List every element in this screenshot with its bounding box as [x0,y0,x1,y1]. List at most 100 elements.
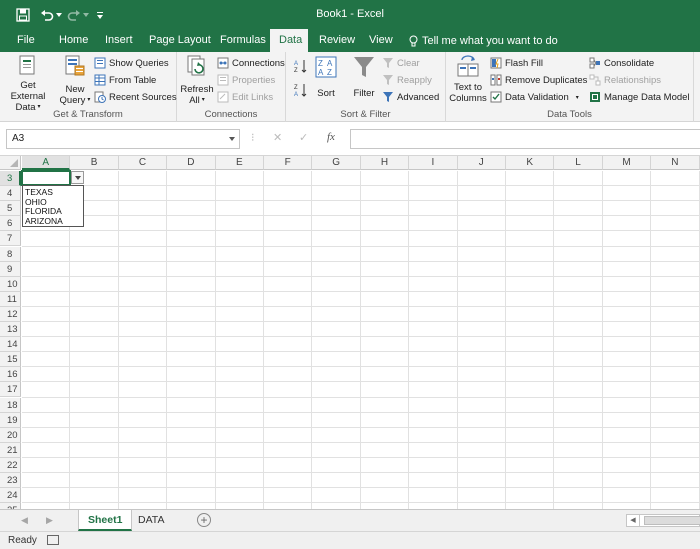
add-sheet-icon[interactable]: + [197,513,211,527]
remove-duplicates-button[interactable]: Remove Duplicates [490,72,587,88]
tab-data[interactable]: Data [270,29,308,52]
manage-data-model-button[interactable]: Manage Data Model [589,89,690,105]
active-cell[interactable] [21,170,71,186]
column-header-b[interactable]: B [70,156,119,170]
column-header-c[interactable]: C [118,156,168,170]
column-header-i[interactable]: I [409,156,458,170]
gridline-horizontal [22,487,700,489]
reapply-button[interactable]: Reapply [382,72,432,88]
row-header-14[interactable]: 14 [0,337,21,353]
column-header-l[interactable]: L [554,156,603,170]
validation-dropdown-arrow[interactable] [71,171,84,184]
tell-me-box[interactable]: Tell me what you want to do [409,29,558,52]
connections-button[interactable]: Connections [217,55,285,71]
show-queries-button[interactable]: Show Queries [94,55,169,71]
edit-links-button[interactable]: Edit Links [217,89,273,105]
name-box-dropdown-icon[interactable] [229,137,235,141]
column-header-f[interactable]: F [264,156,313,170]
row-header-3[interactable]: 3 [0,171,21,187]
row-header-19[interactable]: 19 [0,412,21,428]
column-header-j[interactable]: J [457,156,506,170]
row-header-7[interactable]: 7 [0,231,21,247]
show-queries-icon [94,57,106,69]
scroll-left-icon[interactable]: ◀ [627,515,640,526]
sheet-tab-sheet1[interactable]: Sheet1 [78,510,133,531]
tab-view[interactable]: View [360,29,402,52]
dropdown-option[interactable]: ARIZONA [25,216,81,227]
select-all-button[interactable] [0,156,21,170]
horizontal-scrollbar[interactable]: ◀ [626,514,700,527]
row-header-20[interactable]: 20 [0,427,21,443]
recent-sources-button[interactable]: Recent Sources [94,89,177,105]
scrollbar-thumb[interactable] [644,516,700,525]
row-header-13[interactable]: 13 [0,322,21,338]
get-external-data-button[interactable]: Get External Data ▾ [2,54,54,113]
tab-home[interactable]: Home [50,29,97,52]
cancel-icon[interactable]: ✕ [273,131,282,144]
formula-input[interactable] [350,129,700,149]
gridline-horizontal [22,275,700,277]
sort-a-z-button[interactable]: AZ [294,58,308,74]
column-header-a[interactable]: A [22,156,71,170]
enter-icon[interactable]: ✓ [299,131,308,144]
column-header-g[interactable]: G [312,156,361,170]
new-query-button[interactable]: New Query ▾ [58,54,92,106]
row-header-4[interactable]: 4 [0,186,21,202]
gridline-horizontal [22,502,700,504]
scroll-sheets-right-icon[interactable]: ▶ [46,515,53,526]
row-header-15[interactable]: 15 [0,352,21,368]
name-box[interactable]: A3 [6,129,240,149]
column-header-k[interactable]: K [506,156,555,170]
row-header-10[interactable]: 10 [0,276,21,292]
advanced-filter-icon [383,92,393,102]
flash-fill-button[interactable]: Flash Fill [490,55,543,71]
row-header-5[interactable]: 5 [0,201,21,217]
properties-button[interactable]: Properties [217,72,275,88]
row-header-21[interactable]: 21 [0,442,21,458]
row-header-24[interactable]: 24 [0,488,21,504]
row-header-11[interactable]: 11 [0,291,21,307]
clear-filter-button[interactable]: Clear [382,55,420,71]
sheet-tab-data[interactable]: DATA [129,510,173,531]
advanced-filter-button[interactable]: Advanced [382,89,439,105]
tab-formulas[interactable]: Formulas [211,29,275,52]
row-header-9[interactable]: 9 [0,261,21,277]
sort-z-a-button[interactable]: ZA [294,82,308,98]
new-query-icon [65,55,85,76]
column-header-m[interactable]: M [602,156,652,170]
column-header-h[interactable]: H [360,156,410,170]
flash-fill-icon [490,57,502,69]
row-header-17[interactable]: 17 [0,382,21,398]
tab-file[interactable]: File [8,29,44,52]
sort-button[interactable]: ZAAZ Sort [312,54,340,99]
insert-function-icon[interactable]: fx [327,131,335,143]
from-table-button[interactable]: From Table [94,72,156,88]
row-header-12[interactable]: 12 [0,306,21,322]
scroll-sheets-left-icon[interactable]: ◀ [21,515,28,526]
data-validation-button[interactable]: Data Validation ▾ [490,89,579,105]
filter-button[interactable]: Filter [349,54,379,99]
macro-record-icon[interactable] [47,535,59,545]
row-header-16[interactable]: 16 [0,367,21,383]
group-label-get-transform: Get & Transform [53,109,123,120]
worksheet-grid[interactable]: ABCDEFGHIJKLMN 3 4 5 6 7 8 9 10 11 12 13 14 15 16 17 18… [0,156,700,509]
data-validation-dropdown-icon[interactable]: ▾ [576,94,579,101]
row-header-18[interactable]: 18 [0,397,21,413]
refresh-all-button[interactable]: Refresh All ▾ [180,54,214,106]
tab-page-layout[interactable]: Page Layout [140,29,220,52]
row-header-6[interactable]: 6 [0,216,21,232]
column-header-d[interactable]: D [167,156,216,170]
relationships-button[interactable]: Relationships [589,72,661,88]
row-header-22[interactable]: 22 [0,457,21,473]
gridline-horizontal [22,245,700,247]
column-header-n[interactable]: N [651,156,700,170]
consolidate-button[interactable]: Consolidate [589,55,654,71]
tab-review[interactable]: Review [310,29,364,52]
row-header-8[interactable]: 8 [0,246,21,262]
gridline-horizontal [22,336,700,338]
tab-insert[interactable]: Insert [96,29,142,52]
column-header-e[interactable]: E [215,156,264,170]
text-to-columns-button[interactable]: Text to Columns [448,54,488,104]
gridline-horizontal [22,185,700,187]
row-header-23[interactable]: 23 [0,473,21,489]
